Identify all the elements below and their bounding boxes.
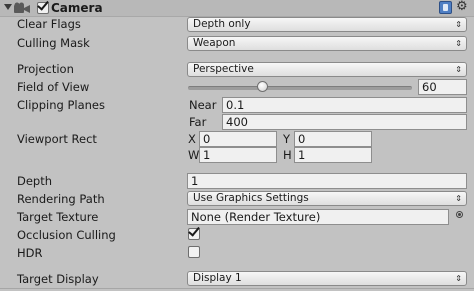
up-down-arrow-icon: ⇕	[455, 39, 462, 48]
target-display-value: Display 1	[193, 272, 242, 284]
foldout-triangle-down-icon[interactable]	[4, 4, 12, 10]
occlusion-culling-checkbox[interactable]	[188, 224, 200, 240]
far-clip-input[interactable]: 400	[222, 114, 467, 130]
viewport-w-input[interactable]: 1	[199, 147, 277, 163]
rendering-path-dropdown[interactable]: Use Graphics Settings ⇕	[187, 191, 467, 206]
viewport-y-label: Y	[283, 132, 291, 146]
field-of-view-slider-track[interactable]	[188, 86, 412, 90]
viewport-rect-label: Viewport Rect	[17, 132, 97, 146]
gear-icon[interactable]: ⚙	[456, 0, 468, 14]
hdr-label: HDR	[17, 246, 43, 260]
component-enabled-checkbox[interactable]	[37, 0, 49, 14]
projection-label: Projection	[17, 62, 74, 76]
near-label: Near	[189, 98, 217, 112]
book-help-icon[interactable]	[439, 1, 452, 14]
up-down-arrow-icon: ⇕	[455, 20, 462, 29]
clear-flags-dropdown[interactable]: Depth only ⇕	[187, 17, 467, 32]
component-title: Camera	[51, 1, 103, 15]
up-down-arrow-icon: ⇕	[455, 65, 462, 74]
culling-mask-label: Culling Mask	[17, 36, 90, 50]
viewport-x-label: X	[188, 132, 196, 146]
clear-flags-value: Depth only	[193, 18, 251, 30]
viewport-w-label: W	[188, 148, 200, 162]
viewport-y-input[interactable]: 0	[294, 131, 372, 147]
hdr-checkbox[interactable]	[188, 246, 200, 258]
far-label: Far	[189, 115, 207, 129]
occlusion-culling-label: Occlusion Culling	[17, 228, 116, 242]
viewport-h-input[interactable]: 1	[294, 147, 372, 163]
field-of-view-slider-thumb[interactable]	[257, 81, 268, 92]
up-down-arrow-icon: ⇕	[455, 194, 462, 203]
depth-input[interactable]: 1	[187, 173, 467, 189]
target-texture-field[interactable]: None (Render Texture)	[187, 209, 449, 225]
rendering-path-label: Rendering Path	[17, 192, 105, 206]
camera-icon	[14, 2, 30, 13]
target-circle-icon[interactable]	[456, 211, 463, 218]
culling-mask-dropdown[interactable]: Weapon ⇕	[187, 36, 467, 51]
target-display-label: Target Display	[17, 272, 99, 286]
checkmark-icon	[188, 224, 200, 237]
target-texture-label: Target Texture	[17, 210, 99, 224]
field-of-view-label: Field of View	[17, 80, 90, 94]
up-down-arrow-icon: ⇕	[455, 274, 462, 283]
viewport-x-input[interactable]: 0	[199, 131, 277, 147]
checkmark-icon	[37, 0, 49, 11]
target-display-dropdown[interactable]: Display 1 ⇕	[187, 271, 467, 286]
viewport-h-label: H	[283, 148, 292, 162]
clear-flags-label: Clear Flags	[17, 17, 81, 31]
rendering-path-value: Use Graphics Settings	[193, 192, 309, 204]
field-of-view-input[interactable]: 60	[418, 79, 467, 95]
near-clip-input[interactable]: 0.1	[222, 97, 467, 113]
projection-dropdown[interactable]: Perspective ⇕	[187, 62, 467, 77]
clipping-planes-label: Clipping Planes	[17, 98, 105, 112]
culling-mask-value: Weapon	[193, 37, 236, 49]
divider	[0, 288, 474, 289]
projection-value: Perspective	[193, 63, 254, 75]
depth-label: Depth	[17, 174, 53, 188]
